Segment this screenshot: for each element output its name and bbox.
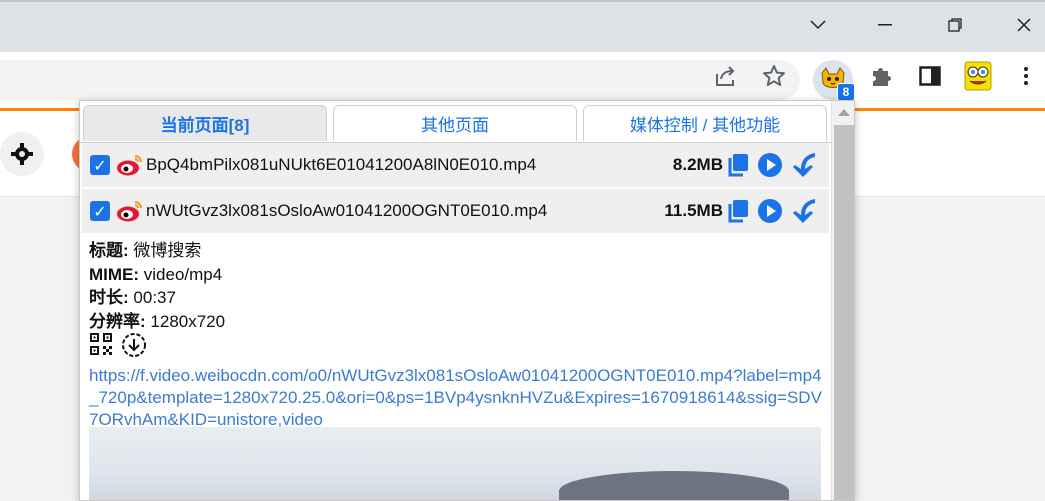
- tab-search-chevron-icon[interactable]: [798, 10, 838, 40]
- close-icon[interactable]: [1004, 10, 1044, 40]
- file-name: BpQ4bmPilx081uNUkt6E01041200A8lN0E010.mp…: [146, 155, 537, 174]
- share-icon[interactable]: [710, 60, 742, 92]
- copy-icon[interactable]: [727, 153, 749, 177]
- file-row[interactable]: ✓ nWUtGvz3lx081sOsloAw01041200OGNT0E010.…: [82, 189, 829, 233]
- minimize-icon[interactable]: [865, 10, 905, 40]
- download-icon[interactable]: [791, 197, 817, 225]
- title-bar: [0, 0, 1045, 52]
- menu-kebab-icon[interactable]: [1010, 60, 1042, 92]
- bookmark-star-icon[interactable]: [758, 60, 790, 92]
- file-checkbox[interactable]: ✓: [90, 201, 110, 221]
- play-icon[interactable]: [758, 153, 782, 177]
- weibo-icon: [116, 153, 144, 177]
- play-icon[interactable]: [758, 199, 782, 223]
- detail-actions: [89, 332, 147, 358]
- detail-duration: 时长: 00:37: [89, 288, 176, 307]
- file-name: nWUtGvz3lx081sOsloAw01041200OGNT0E010.mp…: [146, 201, 548, 220]
- scroll-up-arrow-icon[interactable]: [838, 109, 850, 116]
- settings-gear-icon[interactable]: [0, 132, 44, 176]
- side-panel-icon[interactable]: [914, 60, 946, 92]
- download-circle-icon[interactable]: [121, 332, 147, 358]
- tab-other-pages[interactable]: 其他页面: [333, 105, 577, 141]
- detail-resolution: 分辨率: 1280x720: [89, 311, 226, 331]
- video-preview[interactable]: [89, 427, 821, 500]
- scroll-thumb[interactable]: [834, 125, 854, 500]
- file-size: 11.5MB: [664, 201, 723, 220]
- copy-icon[interactable]: [727, 199, 749, 223]
- detail-title: 标题: 微博搜索: [89, 241, 202, 260]
- extensions-puzzle-icon[interactable]: [866, 60, 898, 92]
- profile-avatar[interactable]: [962, 60, 994, 92]
- download-icon[interactable]: [791, 151, 817, 179]
- file-row[interactable]: ✓ BpQ4bmPilx081uNUkt6E01041200A8lN0E010.…: [82, 143, 829, 187]
- popup-tabs: 当前页面[8] 其他页面 媒体控制 / 其他功能: [80, 101, 835, 143]
- popup-scrollbar[interactable]: [831, 101, 854, 500]
- address-bar[interactable]: [0, 60, 800, 100]
- file-size: 8.2MB: [672, 155, 723, 174]
- media-details: 标题: 微博搜索 MIME: video/mp4 时长: 00:37 分辨率: …: [89, 239, 829, 333]
- extension-popup: 当前页面[8] 其他页面 媒体控制 / 其他功能 ✓ BpQ4bmPilx081…: [79, 100, 855, 501]
- qr-code-icon[interactable]: [89, 332, 113, 358]
- detail-mime: MIME: video/mp4: [89, 264, 223, 284]
- restore-icon[interactable]: [935, 10, 975, 40]
- preview-rock-shape: [559, 471, 789, 500]
- media-url-link[interactable]: https://f.video.weibocdn.com/o0/nWUtGvz3…: [89, 365, 824, 431]
- file-checkbox[interactable]: ✓: [90, 155, 110, 175]
- tab-media-control[interactable]: 媒体控制 / 其他功能: [583, 105, 827, 141]
- tab-current-page[interactable]: 当前页面[8]: [83, 105, 327, 141]
- extension-badge: 8: [837, 83, 855, 101]
- weibo-icon: [116, 199, 144, 223]
